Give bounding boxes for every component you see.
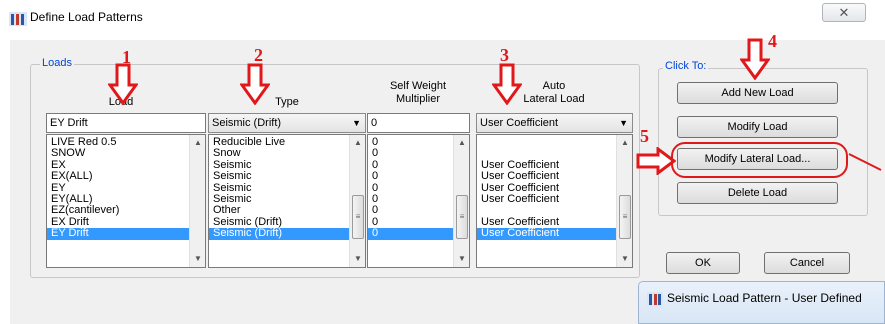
down-arrow-annotation-icon: [108, 63, 138, 105]
auto-lateral-list[interactable]: User Coefficient User Coefficient User C…: [476, 134, 633, 268]
list-item[interactable]: SNOW: [47, 147, 205, 159]
right-arrow-annotation-icon: [636, 147, 676, 175]
scrollbar[interactable]: ▲ ≡ ▼: [453, 135, 469, 267]
sub-window-title: Seismic Load Pattern - User Defined: [667, 291, 862, 305]
add-new-load-button[interactable]: Add New Load: [677, 82, 838, 104]
click-to-group-label: Click To:: [663, 60, 709, 72]
app-icon: [9, 12, 27, 26]
auto-lateral-select-value: User Coefficient: [480, 117, 559, 129]
chevron-down-icon: ▼: [619, 118, 628, 128]
loads-group-label: Loads: [40, 57, 74, 69]
window-title: Define Load Patterns: [30, 10, 143, 24]
seismic-load-pattern-window[interactable]: Seismic Load Pattern - User Defined: [638, 281, 885, 324]
load-list[interactable]: LIVE Red 0.5 SNOW EX EX(ALL) EY EY(ALL) …: [46, 134, 206, 268]
scroll-up-icon[interactable]: ▲: [350, 135, 365, 151]
scroll-down-icon[interactable]: ▼: [190, 251, 205, 267]
scrollbar-thumb[interactable]: ≡: [352, 195, 364, 239]
close-button[interactable]: ✕: [822, 3, 866, 22]
type-select[interactable]: Seismic (Drift) ▼: [208, 113, 366, 133]
down-arrow-annotation-icon: [740, 38, 770, 80]
chevron-down-icon: ▼: [352, 118, 361, 128]
list-item[interactable]: EX(ALL): [47, 170, 205, 182]
scrollbar-thumb[interactable]: ≡: [456, 195, 468, 239]
scrollbar-thumb[interactable]: ≡: [619, 195, 631, 239]
list-item-selected[interactable]: Seismic (Drift): [209, 227, 349, 240]
list-item[interactable]: Seismic: [209, 170, 365, 182]
app-icon: [647, 292, 663, 306]
type-list[interactable]: Reducible Live Snow Seismic Seismic Seis…: [208, 134, 366, 268]
pointer-line-annotation: [848, 153, 882, 171]
list-item[interactable]: User Coefficient: [477, 193, 632, 205]
delete-load-button[interactable]: Delete Load: [677, 182, 838, 204]
scrollbar[interactable]: ▲ ≡ ▼: [349, 135, 365, 267]
self-weight-list[interactable]: 0 0 0 0 0 0 0 0 0 ▲ ≡ ▼: [367, 134, 470, 268]
scroll-down-icon[interactable]: ▼: [454, 251, 469, 267]
scrollbar[interactable]: ▲ ≡ ▼: [616, 135, 632, 267]
list-item[interactable]: User Coefficient: [477, 170, 632, 182]
scroll-down-icon[interactable]: ▼: [350, 251, 365, 267]
annotation-number-5: 5: [640, 126, 649, 146]
highlight-oval-annotation: [671, 142, 848, 178]
down-arrow-annotation-icon: [492, 63, 522, 105]
list-item-selected[interactable]: EY Drift: [47, 227, 189, 240]
scrollbar[interactable]: ▲ ▼: [189, 135, 205, 267]
scroll-up-icon[interactable]: ▲: [190, 135, 205, 151]
type-select-value: Seismic (Drift): [212, 117, 282, 129]
scroll-down-icon[interactable]: ▼: [617, 251, 632, 267]
load-name-input[interactable]: EY Drift: [46, 113, 206, 133]
scroll-up-icon[interactable]: ▲: [617, 135, 632, 151]
title-bar: Define Load Patterns ✕: [0, 0, 885, 40]
modify-load-button[interactable]: Modify Load: [677, 116, 838, 138]
scroll-up-icon[interactable]: ▲: [454, 135, 469, 151]
list-item-selected[interactable]: User Coefficient: [477, 227, 616, 240]
col-header-type: Type: [275, 96, 299, 108]
ok-button[interactable]: OK: [666, 252, 740, 274]
list-item[interactable]: [477, 137, 632, 148]
down-arrow-annotation-icon: [240, 63, 270, 105]
cancel-button[interactable]: Cancel: [764, 252, 850, 274]
auto-lateral-select[interactable]: User Coefficient ▼: [476, 113, 633, 133]
list-item-selected[interactable]: 0: [368, 227, 453, 240]
self-weight-input[interactable]: 0: [367, 113, 470, 133]
col-header-self-weight: Self Weight Multiplier: [389, 80, 447, 105]
